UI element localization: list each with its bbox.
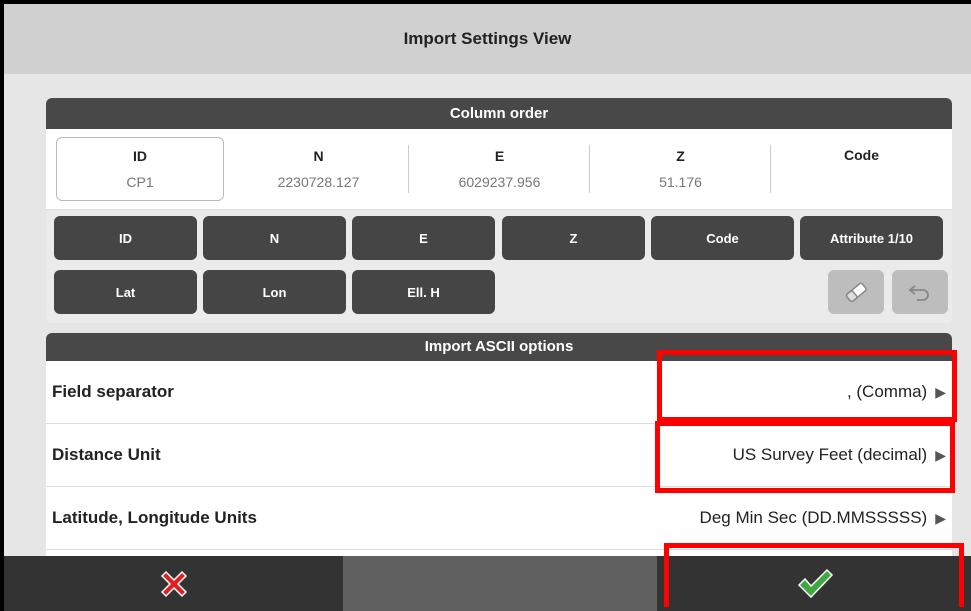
- highlight-field-separator: [657, 350, 957, 422]
- field-button-attribute[interactable]: Attribute 1/10: [800, 216, 943, 260]
- column-preview: ID CP1 N 2230728.127 E 6029237.956 Z 51.…: [46, 129, 952, 209]
- field-button-id[interactable]: ID: [54, 216, 197, 260]
- option-row-lat-lon-units[interactable]: Latitude, Longitude Units Deg Min Sec (D…: [46, 487, 952, 550]
- option-label: Field separator: [52, 382, 174, 401]
- field-button-e[interactable]: E: [352, 216, 495, 260]
- field-button-ell-h[interactable]: Ell. H: [352, 270, 495, 314]
- column-header: E: [494, 148, 505, 164]
- field-buttons-area: ID N E Z Code Attribute 1/10 Lat Lon Ell…: [46, 209, 952, 323]
- option-value: Deg Min Sec (DD.MMSSSSS): [699, 508, 928, 527]
- eraser-icon: [845, 282, 867, 303]
- option-label: Latitude, Longitude Units: [52, 508, 257, 527]
- column-e[interactable]: E 6029237.956: [409, 129, 590, 209]
- field-button-code[interactable]: Code: [651, 216, 794, 260]
- column-value: 6029237.956: [458, 174, 541, 190]
- column-order-title: Column order: [46, 98, 952, 129]
- undo-button[interactable]: [892, 270, 948, 314]
- column-header: N: [313, 148, 324, 164]
- column-header: ID: [133, 148, 147, 164]
- column-header: Code: [844, 147, 879, 163]
- column-z[interactable]: Z 51.176: [590, 129, 771, 209]
- highlight-confirm-button: [664, 543, 964, 607]
- spacer-segment: [343, 556, 657, 611]
- chevron-right-icon: ▶: [935, 509, 946, 526]
- field-button-lon[interactable]: Lon: [203, 270, 346, 314]
- field-button-lat[interactable]: Lat: [54, 270, 197, 314]
- column-value: CP1: [126, 174, 154, 190]
- cancel-button[interactable]: [4, 556, 343, 611]
- column-n[interactable]: N 2230728.127: [228, 129, 409, 209]
- column-code[interactable]: Code: [771, 129, 952, 209]
- column-value: 51.176: [659, 174, 702, 190]
- cancel-x-icon: [160, 570, 187, 597]
- option-label: Distance Unit: [52, 445, 161, 464]
- column-header: Z: [676, 148, 685, 164]
- highlight-distance-unit: [655, 421, 955, 493]
- app-window: Import Settings View Column order ID CP1…: [0, 0, 971, 611]
- column-value: 2230728.127: [277, 174, 360, 190]
- eraser-button[interactable]: [828, 270, 884, 314]
- undo-icon: [908, 285, 929, 301]
- column-id[interactable]: ID CP1: [56, 137, 224, 201]
- page-title: Import Settings View: [4, 4, 971, 74]
- column-order-card: Column order ID CP1 N 2230728.127 E 6029…: [46, 98, 952, 323]
- field-button-z[interactable]: Z: [502, 216, 645, 260]
- field-button-n[interactable]: N: [203, 216, 346, 260]
